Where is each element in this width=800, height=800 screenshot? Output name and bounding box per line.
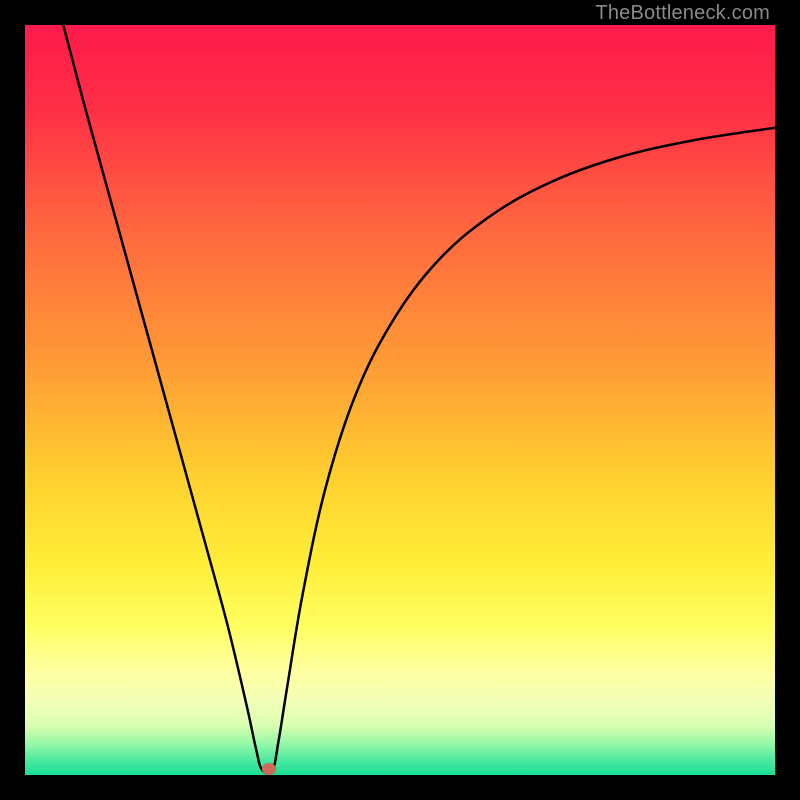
curve-layer	[25, 25, 775, 775]
optimum-marker	[262, 763, 276, 775]
chart-frame: TheBottleneck.com	[0, 0, 800, 800]
watermark-text: TheBottleneck.com	[595, 2, 770, 25]
bottleneck-curve	[63, 25, 775, 773]
plot-area	[25, 25, 775, 775]
